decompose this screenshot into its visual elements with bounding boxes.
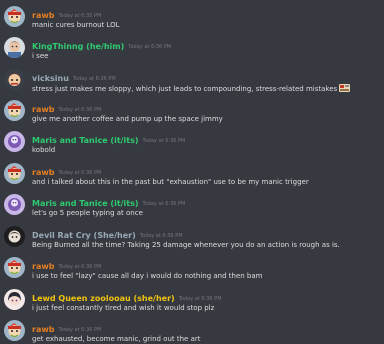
message-text: get exhausted, become manic, grind out t… xyxy=(32,335,201,343)
chat-message: rawb Today at 6:36 PM i use to feel "lazy… xyxy=(0,255,384,289)
character-avatar-icon[interactable] xyxy=(4,69,25,90)
message-author[interactable]: KingThinng (he/him) xyxy=(32,42,124,51)
message-author[interactable]: rawb xyxy=(32,168,54,177)
message-text-content: stress just makes me sloppy, which just … xyxy=(32,85,338,93)
message-text: kobold xyxy=(32,146,56,154)
message-text: stress just makes me sloppy, which just … xyxy=(32,83,351,97)
message-author[interactable]: Maris and Tanice (it/its) xyxy=(32,199,139,208)
message-text: Being Burned all the time? Taking 25 dam… xyxy=(32,241,340,249)
chat-message: vicksinu Today at 6:36 PM stress just mak… xyxy=(0,67,384,101)
chat-message: rawb Today at 6:36 PM get exhausted, beco… xyxy=(0,318,384,344)
chat-message: KingThinng (he/him) Today at 6:36 PM i se… xyxy=(0,35,384,69)
message-text: i just feel constantly tired and wish it… xyxy=(32,304,215,312)
message-timestamp: Today at 6:36 PM xyxy=(58,327,102,333)
message-author[interactable]: rawb xyxy=(32,105,54,114)
chat-message: Maris and Tanice (it/its) Today at 6:36 P… xyxy=(0,192,384,226)
message-timestamp: Today at 6:36 PM xyxy=(128,44,172,50)
cartoon-avatar-icon[interactable] xyxy=(4,320,25,341)
message-text: i use to feel "lazy" cause all day i wou… xyxy=(32,272,263,280)
message-text: let's go 5 people typing at once xyxy=(32,209,143,217)
custom-emoji-icon[interactable] xyxy=(339,83,351,97)
message-timestamp: Today at 6:36 PM xyxy=(142,138,186,144)
cartoon-avatar-icon[interactable] xyxy=(4,163,25,184)
chat-message: rawb Today at 6:36 PM give me another cof… xyxy=(0,98,384,132)
message-text: i see xyxy=(32,52,49,60)
message-author[interactable]: Maris and Tanice (it/its) xyxy=(32,136,139,145)
message-timestamp: Today at 6:36 PM xyxy=(142,201,186,207)
chat-message: Maris and Tanice (it/its) Today at 6:36 P… xyxy=(0,129,384,163)
message-timestamp: Today at 6:36 PM xyxy=(178,296,222,302)
cartoon-avatar-icon[interactable] xyxy=(4,100,25,121)
message-author[interactable]: rawb xyxy=(32,262,54,271)
message-timestamp: Today at 6:36 PM xyxy=(139,233,183,239)
message-author[interactable]: vicksinu xyxy=(32,74,69,83)
message-timestamp: Today at 6:36 PM xyxy=(58,107,102,113)
message-author[interactable]: Devil Rat Cry (She/her) xyxy=(32,231,136,240)
message-author[interactable]: rawb xyxy=(32,325,54,334)
chat-message-list: rawb Today at 6:35 PM manic cures burnout… xyxy=(0,0,384,344)
face-avatar-icon[interactable] xyxy=(4,37,25,58)
message-timestamp: Today at 6:36 PM xyxy=(58,264,102,270)
message-timestamp: Today at 6:36 PM xyxy=(72,76,116,82)
message-timestamp: Today at 6:36 PM xyxy=(58,170,102,176)
message-author[interactable]: Lewd Queen zoolooau (she/her) xyxy=(32,294,175,303)
chat-message: rawb Today at 6:36 PM and i talked about … xyxy=(0,161,384,195)
cartoon-avatar-icon[interactable] xyxy=(4,257,25,278)
purple-avatar-icon[interactable] xyxy=(4,131,25,152)
message-author[interactable]: rawb xyxy=(32,11,54,20)
dark-avatar-icon[interactable] xyxy=(4,226,25,247)
message-text: give me another coffee and pump up the s… xyxy=(32,115,223,123)
message-timestamp: Today at 6:35 PM xyxy=(58,13,102,19)
chat-message: rawb Today at 6:35 PM manic cures burnout… xyxy=(0,4,384,38)
purple-avatar-icon[interactable] xyxy=(4,194,25,215)
cartoon-avatar-icon[interactable] xyxy=(4,6,25,27)
chat-message: Lewd Queen zoolooau (she/her) Today at 6:… xyxy=(0,287,384,321)
message-text: manic cures burnout LOL xyxy=(32,21,120,29)
chat-message: Devil Rat Cry (She/her) Today at 6:36 PM … xyxy=(0,224,384,258)
message-text: and i talked about this in the past but … xyxy=(32,178,309,186)
anime-avatar-icon[interactable] xyxy=(4,289,25,310)
